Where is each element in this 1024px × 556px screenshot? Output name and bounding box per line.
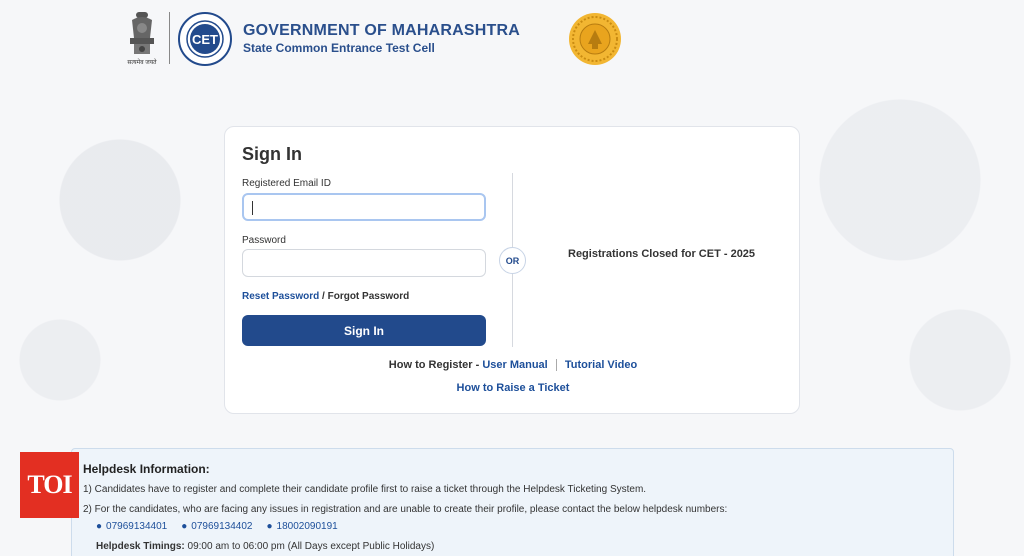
national-emblem-icon (130, 12, 154, 54)
bullet-icon: ● (266, 521, 273, 532)
timings-value: 09:00 am to 06:00 pm (All Days except Pu… (184, 541, 435, 552)
password-label: Password (242, 235, 286, 246)
helpdesk-line-2: 2) For the candidates, who are facing an… (83, 504, 728, 515)
phone-item[interactable]: ● 07969134401 (96, 521, 167, 532)
phone-number: 07969134402 (191, 521, 253, 532)
signin-title: Sign In (242, 144, 302, 164)
raise-ticket-link[interactable]: How to Raise a Ticket (457, 382, 570, 394)
tutorial-video-link[interactable]: Tutorial Video (565, 359, 637, 371)
cet-logo-icon: CET (178, 12, 232, 66)
bullet-icon: ● (181, 521, 188, 532)
phone-number: 18002090191 (276, 521, 338, 532)
or-badge: OR (499, 247, 526, 274)
email-input[interactable] (242, 193, 486, 221)
how-to-register-label: How to Register - (388, 359, 483, 371)
phone-item[interactable]: ● 07969134402 (181, 521, 252, 532)
helpdesk-line-1: 1) Candidates have to register and compl… (83, 484, 647, 495)
org-title: GOVERNMENT OF MAHARASHTRA (243, 22, 520, 39)
org-subtitle: State Common Entrance Test Cell (243, 41, 435, 55)
toi-watermark-logo: TOI (20, 452, 79, 518)
header-divider (169, 12, 170, 64)
text-caret (252, 201, 253, 215)
phone-item[interactable]: ● 18002090191 (266, 521, 337, 532)
reset-separator: / (319, 291, 328, 302)
helpdesk-timings: Helpdesk Timings: 09:00 am to 06:00 pm (… (96, 541, 434, 552)
how-to-register-row: How to Register - User Manual Tutorial V… (225, 359, 801, 372)
raise-ticket-row: How to Raise a Ticket (225, 382, 801, 394)
signin-card: Sign In Registered Email ID Password Res… (224, 126, 800, 414)
reset-password-row: Reset Password / Forgot Password (242, 291, 409, 302)
phone-number: 07969134401 (106, 521, 168, 532)
forgot-password-text: Forgot Password (327, 291, 410, 302)
helpdesk-panel: Helpdesk Information: 1) Candidates have… (71, 448, 954, 556)
cet-logo-text: CET (192, 32, 218, 47)
link-separator (555, 359, 557, 372)
user-manual-link[interactable]: User Manual (482, 359, 547, 371)
email-label: Registered Email ID (242, 178, 331, 189)
registrations-closed-message: Registrations Closed for CET - 2025 (568, 248, 756, 260)
header: सत्यमेव जयते CET GOVERNMENT OF MAHARASHT… (0, 0, 1024, 80)
helpdesk-title: Helpdesk Information: (83, 462, 210, 476)
bullet-icon: ● (96, 521, 103, 532)
signin-button[interactable]: Sign In (242, 315, 486, 346)
password-input[interactable] (242, 249, 486, 277)
maharashtra-seal-icon (569, 13, 621, 65)
reset-password-link[interactable]: Reset Password (242, 291, 319, 302)
helpdesk-phone-list: ● 07969134401 ● 07969134402 ● 18002090191 (96, 521, 338, 532)
emblem-caption: सत्यमेव जयते (127, 60, 157, 66)
timings-label: Helpdesk Timings: (96, 541, 185, 552)
